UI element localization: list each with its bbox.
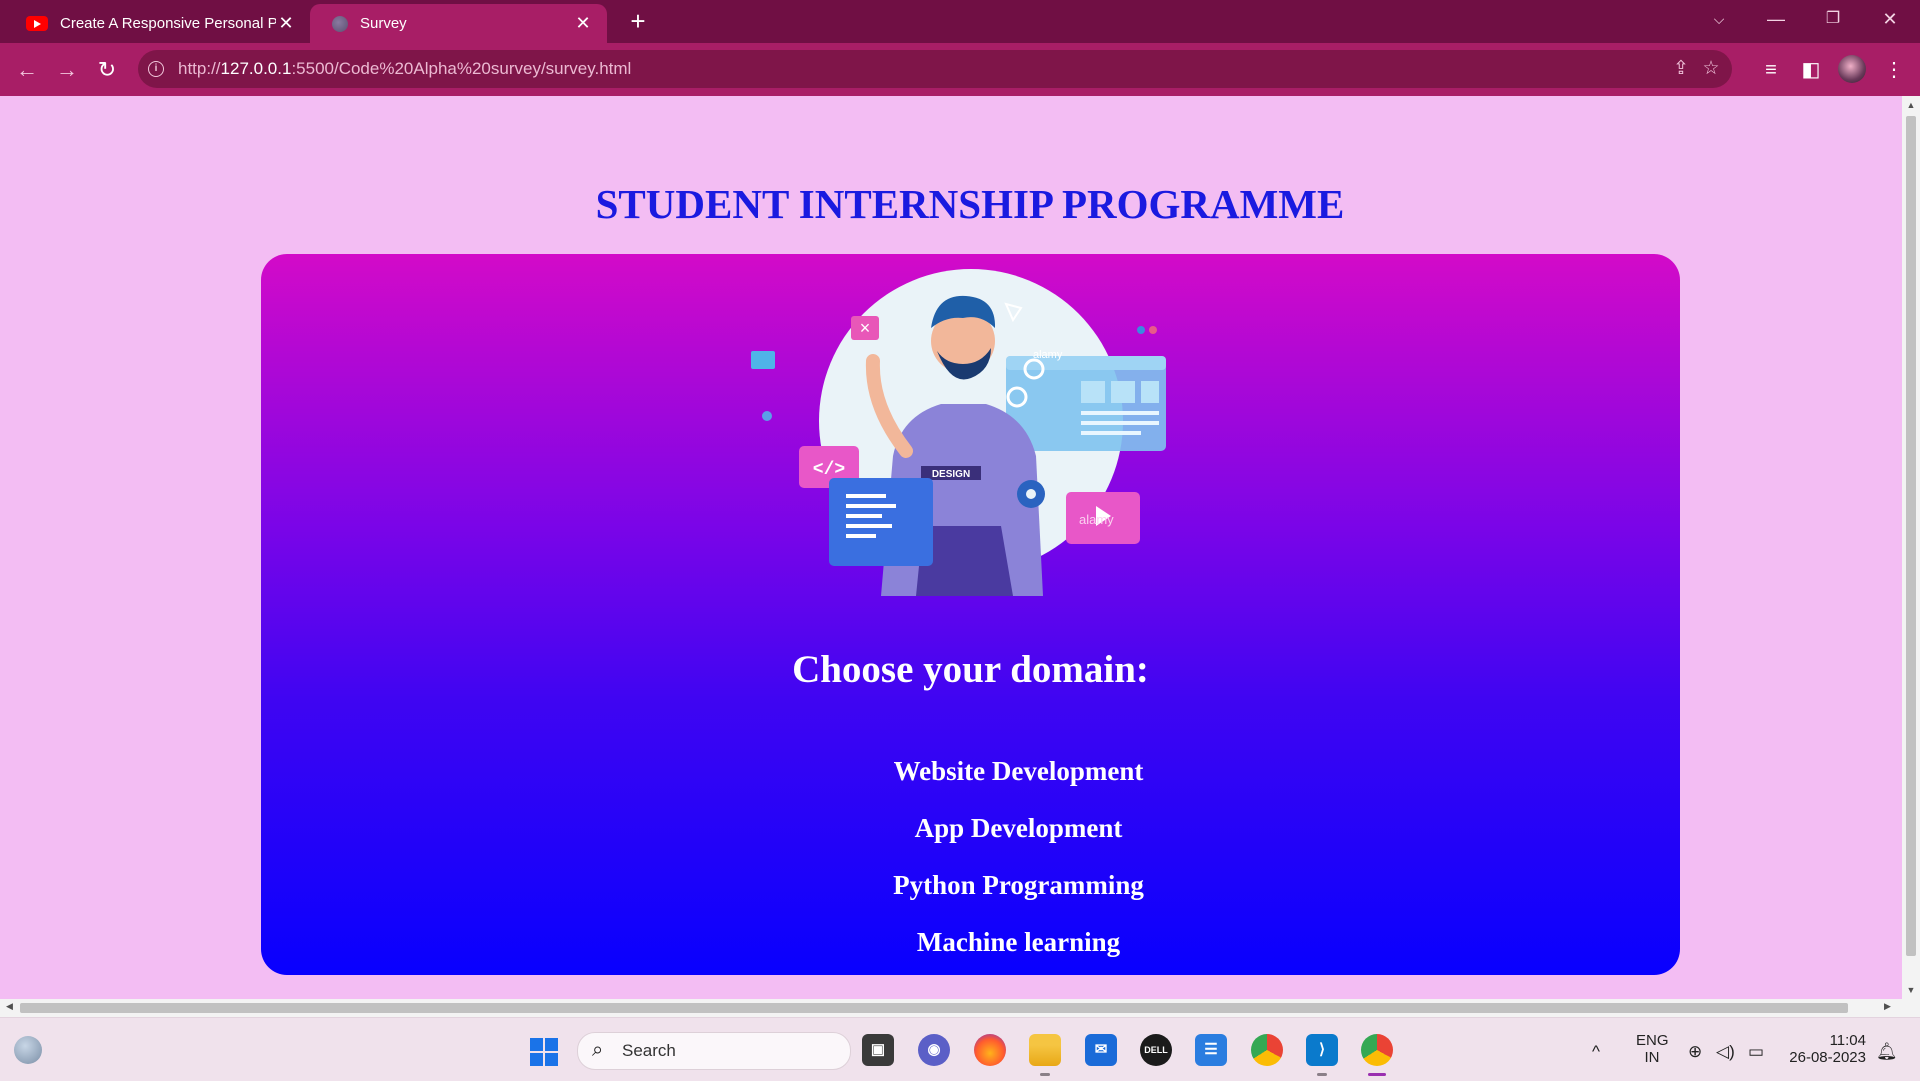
- chat-icon[interactable]: ◉: [918, 1034, 950, 1066]
- file-explorer-icon[interactable]: ▣: [862, 1034, 894, 1066]
- language-indicator[interactable]: ENG IN: [1636, 1032, 1669, 1066]
- share-icon[interactable]: ⇪: [1668, 56, 1694, 82]
- badge-label: alamy: [1033, 349, 1063, 361]
- page-title: STUDENT INTERNSHIP PROGRAMME: [595, 181, 1345, 227]
- mail-icon[interactable]: ✉: [1085, 1034, 1117, 1066]
- minimize-button[interactable]: —: [1748, 0, 1804, 40]
- tab-survey[interactable]: Survey ✕: [310, 4, 607, 43]
- domain-option-python[interactable]: Python Programming: [309, 870, 1728, 901]
- clock-date: 26-08-2023: [1789, 1049, 1866, 1066]
- side-panel-icon[interactable]: ◧: [1797, 56, 1825, 84]
- start-button[interactable]: [530, 1038, 558, 1066]
- dell-icon[interactable]: DELL: [1140, 1034, 1172, 1066]
- scrollbar-corner: [1902, 999, 1920, 1017]
- tab-youtube[interactable]: Create A Responsive Personal PC ✕: [4, 4, 310, 43]
- notification-bell-icon[interactable]: 🔔︎: [1876, 1042, 1898, 1062]
- taskbar: ⌕ Search ▣ ◉ ✉ DELL ☰ ⟩ ^ ENG IN ⊕ ◁) ▭ …: [0, 1017, 1920, 1081]
- region-code: IN: [1644, 1049, 1660, 1066]
- network-icon[interactable]: ⊕: [1688, 1042, 1702, 1062]
- vscode-icon[interactable]: ⟩: [1306, 1034, 1338, 1076]
- battery-icon[interactable]: ▭: [1748, 1042, 1764, 1062]
- scroll-left-icon[interactable]: ◀: [6, 1001, 13, 1012]
- scroll-up-icon[interactable]: ▲: [1902, 100, 1920, 110]
- weather-widget-icon[interactable]: [14, 1036, 42, 1064]
- close-tab-icon[interactable]: ✕: [276, 13, 296, 34]
- survey-card: DESIGN × </> alamy alamy Choose your dom…: [261, 254, 1680, 975]
- close-tab-icon[interactable]: ✕: [573, 13, 593, 34]
- search-icon: ⌕: [592, 1039, 604, 1061]
- show-hidden-icons-icon[interactable]: ^: [1592, 1042, 1600, 1062]
- youtube-icon: [26, 16, 48, 31]
- svg-text:×: ×: [860, 318, 871, 338]
- shirt-label: DESIGN: [932, 469, 970, 480]
- scroll-down-icon[interactable]: ▼: [1902, 985, 1920, 995]
- url-text[interactable]: http://127.0.0.1:5500/Code%20Alpha%20sur…: [178, 59, 631, 79]
- volume-icon[interactable]: ◁): [1716, 1042, 1735, 1062]
- chrome-icon[interactable]: [1251, 1034, 1283, 1066]
- folder-icon[interactable]: [1029, 1034, 1061, 1076]
- vertical-scroll-thumb[interactable]: [1906, 116, 1916, 956]
- chrome-canary-icon[interactable]: [1361, 1034, 1393, 1076]
- close-window-button[interactable]: ✕: [1862, 0, 1918, 40]
- address-bar[interactable]: i http://127.0.0.1:5500/Code%20Alpha%20s…: [138, 50, 1732, 88]
- page-viewport: STUDENT INTERNSHIP PROGRAMME DESIGN × </…: [0, 96, 1902, 999]
- media-label: alamy: [1079, 512, 1114, 527]
- globe-icon: [332, 15, 348, 32]
- lang-code: ENG: [1636, 1032, 1669, 1049]
- reload-button[interactable]: ↻: [90, 53, 124, 87]
- domain-option-ml[interactable]: Machine learning: [309, 927, 1728, 958]
- scroll-right-icon[interactable]: ▶: [1884, 1001, 1891, 1012]
- taskbar-search[interactable]: ⌕ Search: [577, 1032, 851, 1070]
- bookmark-star-icon[interactable]: ☆: [1698, 56, 1724, 82]
- notepad-icon[interactable]: ☰: [1195, 1034, 1227, 1066]
- domain-option-app[interactable]: App Development: [309, 813, 1728, 844]
- browser-toolbar: ← → ↻ i http://127.0.0.1:5500/Code%20Alp…: [0, 43, 1920, 96]
- tab-strip: Create A Responsive Personal PC ✕ Survey…: [0, 0, 1920, 43]
- developer-illustration: DESIGN × </> alamy alamy: [751, 269, 1166, 596]
- clock[interactable]: 11:04 26-08-2023: [1786, 1032, 1866, 1066]
- horizontal-scrollbar[interactable]: ◀ ▶: [0, 999, 1902, 1017]
- tab-title: Create A Responsive Personal PC: [60, 15, 276, 32]
- clock-time: 11:04: [1829, 1032, 1866, 1049]
- new-tab-button[interactable]: +: [623, 6, 653, 36]
- back-button[interactable]: ←: [10, 53, 44, 87]
- search-label: Search: [622, 1041, 676, 1060]
- reading-list-icon[interactable]: ≡: [1757, 56, 1785, 84]
- profile-avatar[interactable]: [1838, 55, 1866, 83]
- restore-button[interactable]: ❐: [1805, 0, 1861, 40]
- menu-icon[interactable]: ⋮: [1880, 56, 1908, 84]
- firefox-icon[interactable]: [974, 1034, 1006, 1066]
- vertical-scrollbar[interactable]: ▲ ▼: [1902, 96, 1920, 999]
- site-info-icon[interactable]: i: [148, 61, 164, 77]
- domain-heading: Choose your domain:: [792, 648, 1149, 691]
- tab-title: Survey: [360, 15, 407, 32]
- domain-option-website[interactable]: Website Development: [309, 756, 1728, 787]
- forward-button[interactable]: →: [50, 53, 84, 87]
- svg-text:</>: </>: [813, 460, 845, 480]
- tab-search-icon[interactable]: ⌵: [1691, 0, 1747, 40]
- horizontal-scroll-thumb[interactable]: [20, 1003, 1848, 1013]
